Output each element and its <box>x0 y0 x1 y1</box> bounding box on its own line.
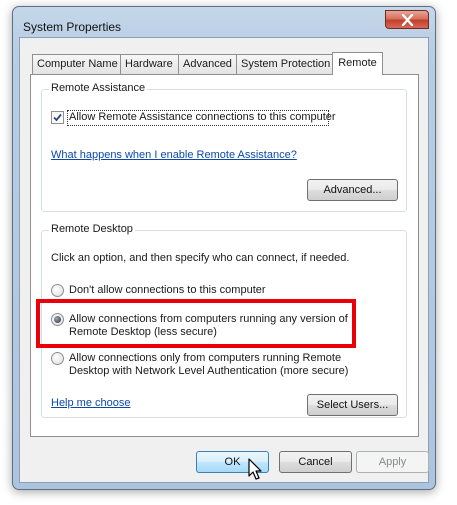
remote-assistance-group-label: Remote Assistance <box>49 82 148 94</box>
help-me-choose-link[interactable]: Help me choose <box>51 397 131 410</box>
radio-allow-nla-only-label-line2[interactable]: Desktop with Network Level Authenticatio… <box>69 365 348 378</box>
radio-allow-nla-only[interactable] <box>51 352 64 365</box>
close-icon <box>401 14 414 26</box>
remote-assistance-help-link[interactable]: What happens when I enable Remote Assist… <box>51 149 297 162</box>
system-properties-window: System Properties Computer Name Hardware… <box>12 6 436 490</box>
annotation-highlight-box <box>36 299 356 348</box>
advanced-button[interactable]: Advanced... <box>307 179 398 201</box>
mouse-cursor-icon <box>248 458 262 480</box>
dialog-client-area: Computer Name Hardware Advanced System P… <box>19 37 429 483</box>
radio-allow-nla-only-label-line1[interactable]: Allow connections only from computers ru… <box>69 352 341 365</box>
checkmark-icon <box>53 113 62 122</box>
select-users-button[interactable]: Select Users... <box>307 394 398 416</box>
tab-computer-name[interactable]: Computer Name <box>32 54 121 74</box>
tab-advanced[interactable]: Advanced <box>178 54 237 74</box>
allow-remote-assistance-checkbox[interactable] <box>51 111 64 124</box>
remote-tab-panel: Remote Assistance Allow Remote Assistanc… <box>30 74 419 437</box>
cancel-button[interactable]: Cancel <box>279 451 352 473</box>
allow-remote-assistance-label[interactable]: Allow Remote Assistance connections to t… <box>69 111 336 124</box>
radio-dont-allow-label[interactable]: Don't allow connections to this computer <box>69 284 266 297</box>
remote-desktop-group-label: Remote Desktop <box>49 223 135 235</box>
remote-desktop-instructions: Click an option, and then specify who ca… <box>51 252 350 264</box>
tab-system-protection[interactable]: System Protection <box>236 54 333 74</box>
tab-remote[interactable]: Remote <box>332 52 383 75</box>
tab-hardware[interactable]: Hardware <box>120 54 179 74</box>
window-title: System Properties <box>23 20 122 34</box>
apply-button[interactable]: Apply <box>356 451 429 473</box>
remote-assistance-group: Remote Assistance Allow Remote Assistanc… <box>41 82 407 212</box>
radio-dont-allow[interactable] <box>51 284 64 297</box>
close-button[interactable] <box>385 10 429 29</box>
